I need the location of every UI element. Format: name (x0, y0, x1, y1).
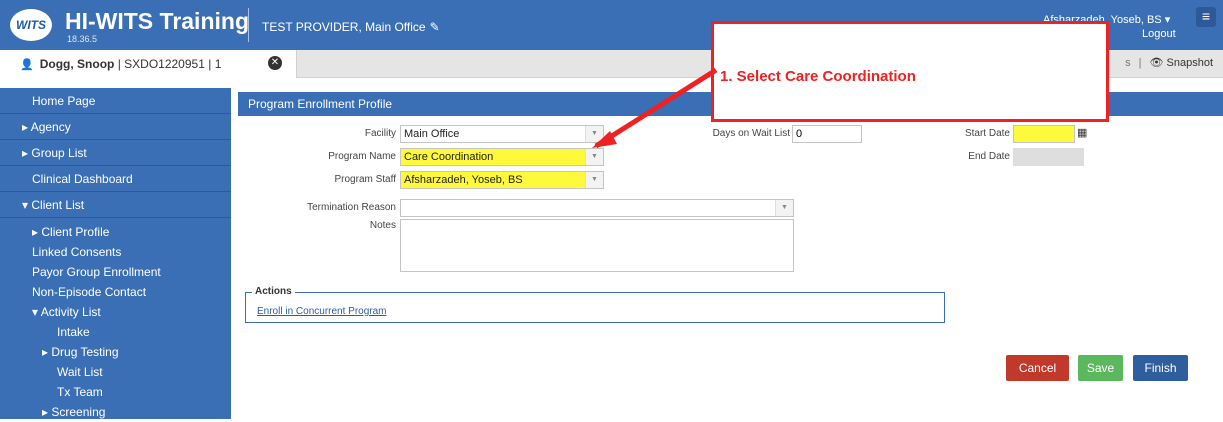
facility-select[interactable]: Main Office ▼ (400, 125, 604, 143)
sidebar-item-client-profile[interactable]: ▸ Client Profile (0, 222, 231, 242)
eye-icon: 👁 (1149, 57, 1164, 69)
pencil-icon[interactable]: ✎ (430, 20, 440, 34)
sidebar-item-label: Client List (31, 198, 85, 212)
program-name-label: Program Name (328, 151, 396, 162)
client-id: SXDO1220951 (124, 57, 205, 71)
save-button[interactable]: Save (1078, 355, 1123, 381)
sidebar-item-screening[interactable]: ▸ Screening (0, 402, 231, 422)
person-icon: 👤 (20, 58, 34, 71)
app-version: 18.36.5 (67, 34, 98, 44)
end-date-label: End Date (968, 151, 1010, 162)
program-staff-value: Afsharzadeh, Yoseb, BS (404, 174, 523, 186)
cancel-button[interactable]: Cancel (1006, 355, 1069, 381)
sidebar-item-drug-testing[interactable]: ▸ Drug Testing (0, 342, 231, 362)
client-name: Dogg, Snoop (39, 57, 115, 71)
sidebar-item-label: Group List (31, 146, 87, 160)
sidebar-item-group-list[interactable]: ▸ Group List (0, 140, 231, 166)
caret-down-icon: ▾ (32, 305, 39, 319)
chevron-down-icon: ▼ (585, 126, 603, 142)
link-separator: | (1138, 57, 1142, 69)
finish-button[interactable]: Finish (1133, 355, 1188, 381)
caret-right-icon: ▸ (22, 146, 29, 160)
hamburger-menu-icon[interactable]: ≡ (1196, 7, 1216, 27)
provider-name: TEST PROVIDER, Main Office (262, 20, 426, 34)
facility-value: Main Office (404, 128, 460, 140)
header-divider (248, 8, 249, 42)
client-links: s | 👁 Snapshot (1125, 56, 1213, 69)
enroll-concurrent-program-link[interactable]: Enroll in Concurrent Program (257, 306, 387, 317)
sidebar-item-intake[interactable]: Intake (0, 322, 231, 342)
wits-logo[interactable]: WITS (10, 9, 52, 41)
caret-right-icon: ▸ (42, 405, 49, 419)
client-suffix: 1 (214, 57, 222, 71)
sidebar-item-tx-team[interactable]: Tx Team (0, 382, 231, 402)
start-date-input[interactable] (1013, 125, 1075, 143)
sidebar-item-agency[interactable]: ▸ Agency (0, 114, 231, 140)
sidebar-item-label: Screening (51, 405, 106, 419)
caret-right-icon: ▸ (32, 225, 39, 239)
chevron-down-icon: ▼ (585, 172, 603, 188)
caret-right-icon: ▸ (42, 345, 49, 359)
callout-text: 1. Select Care Coordination (720, 68, 916, 85)
caret-down-icon: ▾ (22, 198, 29, 212)
sidebar-item-wait-list[interactable]: Wait List (0, 362, 231, 382)
sidebar-item-activity-list[interactable]: ▾ Activity List (0, 302, 231, 322)
caret-right-icon: ▸ (22, 120, 29, 134)
sidebar-item-label: Agency (30, 120, 71, 134)
termination-reason-label: Termination Reason (307, 202, 396, 213)
program-name-value: Care Coordination (404, 151, 494, 163)
sidebar-item-client-list[interactable]: ▾ Client List (0, 192, 231, 218)
client-link-fragment[interactable]: s (1125, 57, 1131, 69)
end-date-input (1013, 148, 1084, 166)
notes-textarea[interactable] (400, 219, 794, 272)
snapshot-link[interactable]: Snapshot (1167, 57, 1213, 69)
sidebar-item-clinical-dashboard[interactable]: Clinical Dashboard (0, 166, 231, 192)
sidebar-item-linked-consents[interactable]: Linked Consents (0, 242, 231, 262)
close-client-icon[interactable]: ✕ (268, 56, 282, 70)
days-wait-label: Days on Wait List (712, 128, 790, 139)
chevron-down-icon: ▼ (775, 200, 793, 216)
logout-link[interactable]: Logout (1142, 28, 1176, 40)
app-title: HI-WITS Training (65, 8, 249, 34)
sidebar-item-label: Client Profile (41, 225, 110, 239)
client-list-submenu: ▸ Client Profile Linked Consents Payor G… (0, 218, 231, 422)
actions-legend: Actions (252, 286, 295, 297)
chevron-down-icon: ▼ (585, 149, 603, 165)
facility-label: Facility (364, 128, 396, 139)
sidebar-item-label: Activity List (40, 305, 101, 319)
termination-reason-select[interactable]: ▼ (400, 199, 794, 217)
program-staff-label: Program Staff (334, 174, 396, 185)
start-date-label: Start Date (964, 128, 1010, 139)
notes-label: Notes (369, 220, 396, 231)
client-tab[interactable]: 👤 Dogg, Snoop | SXDO1220951 | 1 (0, 50, 297, 78)
provider-selector[interactable]: TEST PROVIDER, Main Office ✎ (262, 20, 440, 34)
program-name-select[interactable]: Care Coordination ▼ (400, 148, 604, 166)
instruction-callout: 1. Select Care Coordination (711, 21, 1109, 122)
calendar-icon[interactable]: ▦ (1077, 126, 1087, 139)
sidebar-item-home[interactable]: Home Page (0, 88, 231, 114)
sidebar: Home Page ▸ Agency ▸ Group List Clinical… (0, 88, 231, 419)
sidebar-item-label: Drug Testing (51, 345, 119, 359)
sidebar-item-payor-group-enrollment[interactable]: Payor Group Enrollment (0, 262, 231, 282)
days-wait-input[interactable]: 0 (792, 125, 862, 143)
program-staff-select[interactable]: Afsharzadeh, Yoseb, BS ▼ (400, 171, 604, 189)
sidebar-item-non-episode-contact[interactable]: Non-Episode Contact (0, 282, 231, 302)
